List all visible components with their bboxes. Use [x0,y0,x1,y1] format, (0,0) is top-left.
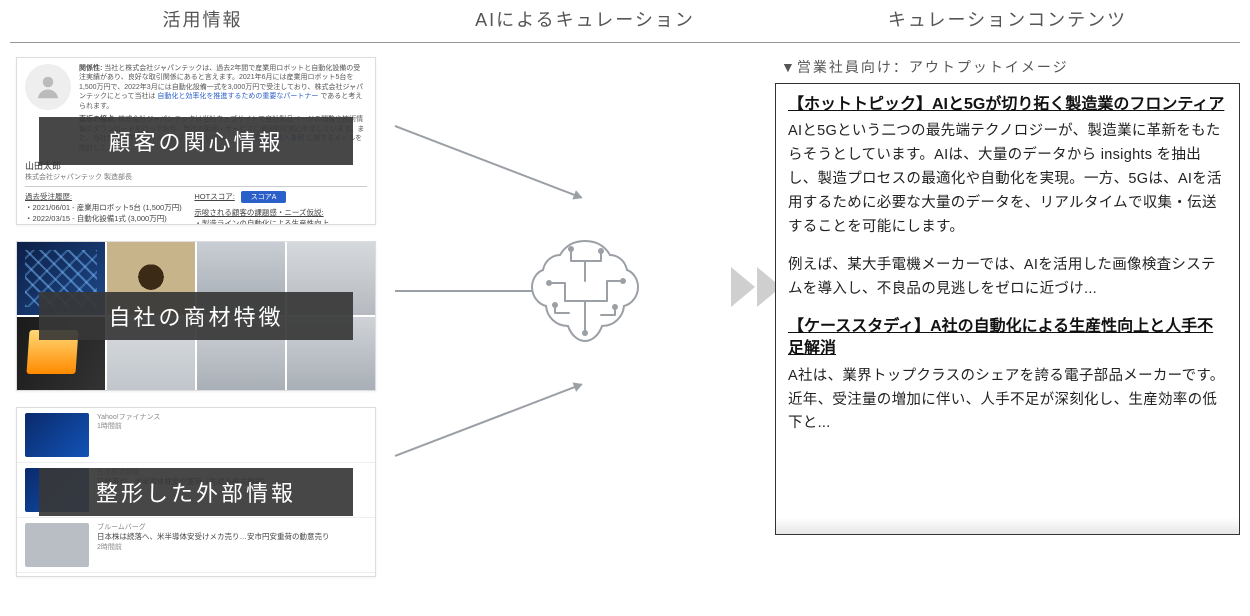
overlay-customer: 顧客の関心情報 [39,117,353,165]
article-title: 【ホットトピック】AIと5Gが切り拓く製造業のフロンティア [788,94,1227,116]
separator [25,186,367,187]
output-content-box: 【ホットトピック】AIと5Gが切り拓く製造業のフロンティア AIと5Gという二つ… [775,83,1240,535]
news-row: Yahoo!ファイナンス 1時間前 [17,408,375,463]
input-cards: 関係性: 当社と株式会社ジャパンテックは、過去2年間で産業用ロボットと自動化設備… [10,55,395,579]
card-product-features: 自社の商材特徴 [16,241,376,391]
output-chevrons-icon [731,267,781,307]
card-customer-interest: 関係性: 当社と株式会社ジャパンテックは、過去2年間で産業用ロボットと自動化設備… [16,57,376,225]
overlay-external: 整形した外部情報 [39,468,353,516]
flow-diagram [395,55,775,616]
arrow-to-brain-icon [395,125,582,198]
article-title: 【ケーススタディ】A社の自動化による生産性向上と人手不足解消 [788,316,1227,361]
col-ai-curation: AIによるキュレーション [395,0,775,616]
col-inputs: 活用情報 関係性: 当社と株式会社ジャパンテックは、過去2年間で産業用ロボットと… [10,0,395,616]
output-caption: ▼営業社員向け：アウトプットイメージ [781,57,1240,77]
news-thumb [25,413,89,457]
curated-article: 【ホットトピック】AIと5Gが切り拓く製造業のフロンティア AIと5Gという二つ… [788,94,1227,302]
curated-article: 【ケーススタディ】A社の自動化による生産性向上と人手不足解消 A社は、業界トップ… [788,316,1227,437]
hot-score-badge: スコアA [241,191,287,203]
header-mid: AIによるキュレーション [395,0,775,43]
article-body: A社は、業界トップクラスのシェアを誇る電子部品メーカーです。近年、受注量の増加に… [788,365,1227,437]
header-left: 活用情報 [10,0,395,43]
news-row: ブルームバーグ 日本株は続落へ、米半導体安受けメカ売り…安市円安重荷の動意売り … [17,518,375,573]
avatar-icon [25,64,71,110]
article-body: 例えば、某大手電機メーカーでは、AIを活用した画像検査システムを導入し、不良品の… [788,254,1227,302]
ai-brain-icon [525,235,645,345]
col-output: キュレーションコンテンツ ▼営業社員向け：アウトプットイメージ 【ホットトピック… [775,0,1240,616]
customer-company: 株式会社ジャパンテック 製造部長 [25,172,367,182]
news-row: Yahoo!ニュース 新型アクセサリ「なめんなよマジで」謝罪したメタ社幹部に批判… [17,573,375,577]
article-body: AIと5Gという二つの最先端テクノロジーが、製造業に革新をもたらそうとしています… [788,120,1227,240]
overlay-product: 自社の商材特徴 [39,292,353,340]
card-external-info: Yahoo!ファイナンス 1時間前 日本経済新聞 日経平均、米半導体株安が重荷（… [16,407,376,577]
news-thumb [25,523,89,567]
customer-hypothesis: HOTスコア: スコアA 示唆される顧客の課題感・ニーズ仮説: ・製造ラインの自… [194,191,367,225]
order-history: 過去受注履歴: ・2021/06/01 - 産業用ロボット5台 (1,500万円… [25,191,184,225]
arrow-to-brain-icon [395,383,582,456]
header-right: キュレーションコンテンツ [775,0,1240,43]
diagram-root: 活用情報 関係性: 当社と株式会社ジャパンテックは、過去2年間で産業用ロボットと… [0,0,1250,616]
